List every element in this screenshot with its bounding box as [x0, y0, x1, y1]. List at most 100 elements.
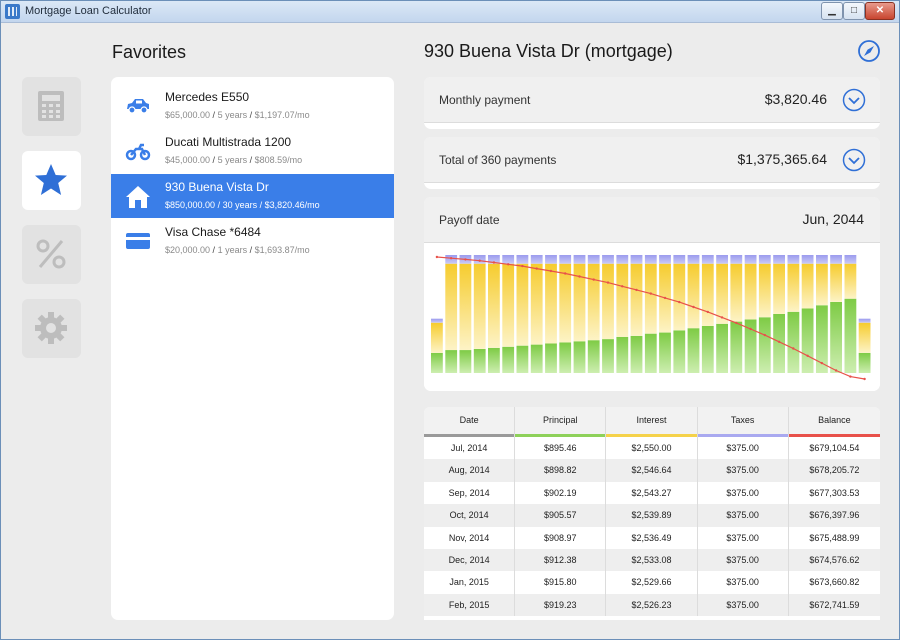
nav-calculator[interactable]: [22, 77, 81, 136]
table-cell-interest: $2,550.00: [606, 437, 698, 460]
separator: /: [247, 245, 255, 255]
bar-interest: [701, 263, 714, 326]
bar-taxes: [687, 255, 700, 264]
bar-interest: [758, 263, 771, 318]
bar-interest: [559, 263, 572, 343]
table-cell-date: Jan, 2015: [424, 571, 516, 594]
favorite-title: Visa Chase *6484: [165, 225, 261, 239]
separator: /: [210, 110, 218, 120]
favorite-item[interactable]: Mercedes E550 $65,000.00 / 5 years / $1,…: [111, 84, 394, 128]
bar-interest: [673, 263, 686, 331]
maximize-button[interactable]: □: [843, 2, 865, 20]
bar-interest: [459, 263, 472, 350]
bar-taxes: [801, 255, 814, 264]
column-header-label: Taxes: [730, 415, 755, 425]
table-cell-interest: $2,526.23: [606, 593, 698, 617]
total-payments-value: $1,375,365.64: [737, 151, 827, 167]
nav-favorites[interactable]: [22, 151, 81, 210]
favorite-item[interactable]: Ducati Multistrada 1200 $45,000.00 / 5 y…: [111, 129, 394, 173]
bar-interest: [858, 322, 871, 353]
bar-taxes: [573, 255, 586, 264]
table-row[interactable]: Sep, 2014 $902.19 $2,543.27 $375.00 $677,303…: [424, 481, 880, 505]
table-cell-interest: $2,529.66: [606, 571, 698, 594]
bar-interest: [445, 263, 458, 350]
table-cell-taxes: $375.00: [698, 459, 789, 482]
favorites-list: Mercedes E550 $65,000.00 / 5 years / $1,…: [111, 77, 394, 620]
bar-principal: [687, 328, 700, 373]
bar-principal: [673, 330, 686, 373]
bar-principal: [516, 345, 529, 373]
payoff-label: Payoff date: [439, 213, 500, 227]
table-row[interactable]: Feb, 2015 $919.23 $2,526.23 $375.00 $672,741…: [424, 593, 880, 617]
total-payments-card[interactable]: Total of 360 payments $1,375,365.64: [424, 137, 880, 189]
page-title: 930 Buena Vista Dr (mortgage): [424, 41, 673, 61]
table-cell-date: Jul, 2014: [424, 437, 516, 460]
nav-settings[interactable]: [22, 299, 81, 358]
app-content: Favorites Mercedes E550 $65,000.00 / 5 y…: [1, 24, 899, 639]
bar-principal: [844, 298, 857, 373]
table-cell-taxes: $375.00: [698, 549, 789, 572]
bar-interest: [773, 263, 785, 314]
table-cell-principal: $908.97: [515, 526, 607, 549]
table-cell-taxes: $375.00: [698, 504, 789, 527]
table-row[interactable]: Nov, 2014 $908.97 $2,536.49 $375.00 $675,488…: [424, 526, 880, 549]
table-row[interactable]: Oct, 2014 $905.57 $2,539.89 $375.00 $676,397…: [424, 504, 880, 527]
compass-icon[interactable]: [857, 39, 881, 63]
balance-point: [720, 316, 724, 319]
table-cell-principal: $902.19: [515, 481, 607, 505]
balance-point: [834, 369, 838, 372]
table-row[interactable]: Jan, 2015 $915.80 $2,529.66 $375.00 $673,660…: [424, 571, 880, 594]
bar-taxes: [616, 255, 629, 264]
amortization-chart: [424, 243, 880, 391]
table-row[interactable]: Jul, 2014 $895.46 $2,550.00 $375.00 $679,104…: [424, 437, 880, 460]
column-header-interest[interactable]: Interest: [606, 407, 698, 437]
table-row[interactable]: Aug, 2014 $898.82 $2,546.64 $375.00 $678,205…: [424, 459, 880, 482]
bar-taxes: [630, 255, 643, 264]
bar-taxes: [530, 255, 543, 264]
column-header-taxes[interactable]: Taxes: [697, 407, 789, 437]
bar-interest: [830, 263, 842, 302]
column-header-date[interactable]: Date: [424, 407, 516, 437]
total-payments-header: Total of 360 payments $1,375,365.64: [424, 137, 880, 183]
bar-interest: [816, 263, 828, 306]
minimize-button[interactable]: ▁: [821, 2, 843, 20]
monthly-payment-card[interactable]: Monthly payment $3,820.46: [424, 77, 880, 129]
balance-point: [592, 278, 595, 281]
bar-taxes: [587, 255, 600, 264]
favorite-item[interactable]: 930 Buena Vista Dr $850,000.00 / 30 year…: [111, 174, 394, 218]
percent-icon: [36, 239, 66, 269]
balance-point: [763, 333, 766, 337]
bar-taxes: [602, 255, 614, 264]
separator: /: [210, 155, 218, 165]
column-header-balance[interactable]: Balance: [788, 407, 880, 437]
bar-taxes: [673, 255, 686, 264]
balance-point: [449, 257, 453, 260]
nav-percent[interactable]: [22, 225, 81, 284]
bar-principal: [587, 340, 600, 373]
bar-interest: [687, 263, 700, 329]
bar-principal: [659, 332, 671, 373]
bar-principal: [616, 336, 629, 373]
bar-taxes: [758, 255, 771, 264]
chevron-down-icon[interactable]: [842, 148, 866, 172]
table-cell-taxes: $375.00: [698, 437, 789, 460]
close-button[interactable]: ✕: [865, 2, 895, 20]
bar-taxes: [730, 255, 743, 264]
table-cell-balance: $673,660.82: [809, 577, 860, 588]
column-header-principal[interactable]: Principal: [515, 407, 607, 437]
bar-interest: [616, 263, 629, 337]
bar-principal: [559, 342, 572, 373]
favorite-payment: $1,197.07/mo: [254, 110, 310, 120]
bar-interest: [716, 263, 728, 324]
bar-interest: [644, 263, 657, 334]
separator: /: [215, 200, 223, 210]
favorite-item[interactable]: Visa Chase *6484 $20,000.00 / 1 years / …: [111, 219, 394, 263]
table-row[interactable]: Dec, 2014 $912.38 $2,533.08 $375.00 $674,576…: [424, 549, 880, 572]
favorite-amount: $850,000.00: [165, 200, 216, 210]
table-cell-date: Feb, 2015: [424, 593, 516, 617]
balance-point: [521, 264, 524, 268]
bar-taxes: [744, 255, 757, 264]
title-bar[interactable]: Mortgage Loan Calculator ▁ □ ✕: [1, 1, 899, 23]
chevron-down-icon[interactable]: [842, 88, 866, 112]
table-cell-date: Nov, 2014: [424, 526, 516, 549]
